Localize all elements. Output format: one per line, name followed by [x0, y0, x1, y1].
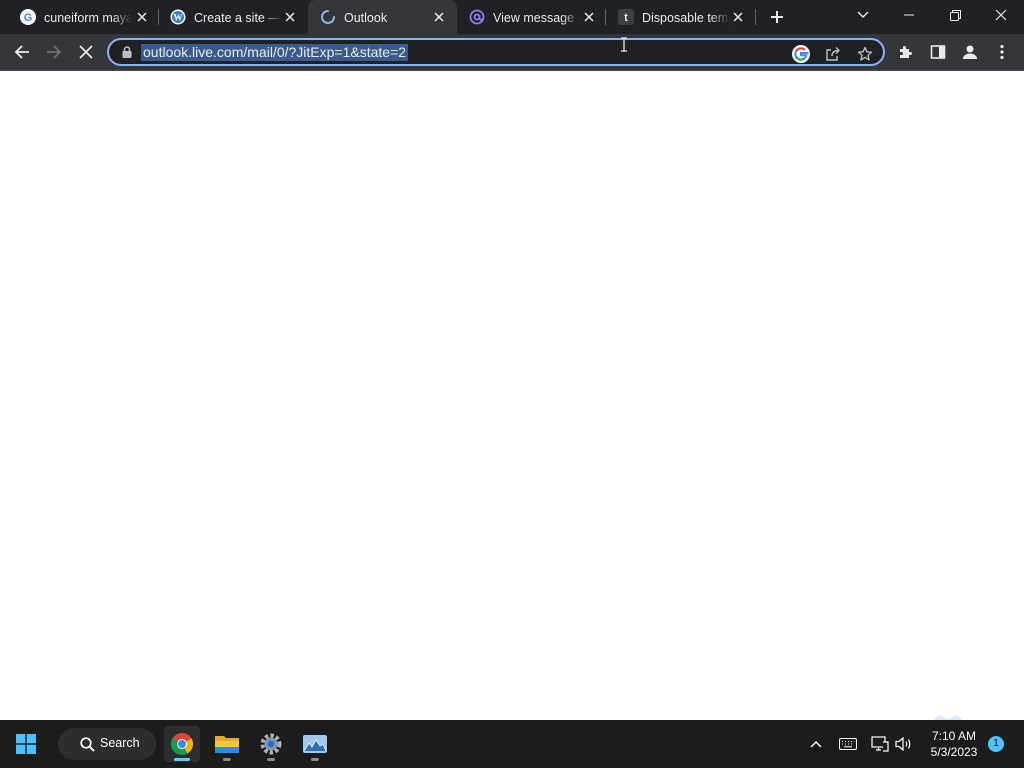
text-cursor-icon: [621, 37, 627, 52]
close-tab-icon[interactable]: [730, 9, 746, 25]
search-icon: [80, 737, 95, 752]
close-tab-icon[interactable]: [282, 9, 298, 25]
speaker-icon: [895, 737, 911, 751]
close-tab-icon[interactable]: [134, 9, 150, 25]
windows-logo-icon: [16, 734, 36, 754]
taskbar-app-chrome[interactable]: [164, 726, 200, 762]
svg-text:t: t: [624, 12, 628, 24]
tab-create-a-site[interactable]: W Create a site —: [158, 0, 308, 34]
page-content-loading: [0, 71, 1024, 753]
tab-outlook[interactable]: Outlook: [308, 0, 457, 34]
google-icon: G: [20, 9, 36, 25]
restore-icon: [949, 9, 961, 21]
tab-title: Outlook: [344, 11, 388, 25]
running-app-indicator: [311, 758, 319, 761]
extensions-button[interactable]: [892, 38, 920, 66]
chevron-up-icon: [810, 741, 822, 748]
stop-loading-button[interactable]: [72, 38, 100, 66]
windows-taskbar: Search 7:10 AM 5/3/2023 1: [0, 720, 1024, 768]
arrow-left-icon: [14, 45, 29, 59]
profile-button[interactable]: [956, 38, 984, 66]
minimize-button[interactable]: [886, 0, 932, 30]
share-button[interactable]: [823, 44, 843, 64]
tab-separator: [755, 9, 756, 25]
close-window-button[interactable]: [978, 0, 1024, 30]
forward-button[interactable]: [40, 38, 68, 66]
running-app-indicator: [267, 758, 275, 761]
kebab-menu-icon: [1000, 44, 1004, 60]
settings-icon: [260, 733, 282, 755]
restore-button[interactable]: [932, 0, 978, 30]
person-icon: [963, 45, 977, 59]
taskbar-app-file-explorer[interactable]: [209, 726, 245, 762]
url-text[interactable]: outlook.live.com/mail/0/?JitExp=1&state=…: [141, 44, 409, 61]
close-tab-icon[interactable]: [431, 9, 447, 25]
show-hidden-icons-button[interactable]: [806, 734, 826, 754]
new-tab-button[interactable]: [766, 6, 788, 28]
lock-icon[interactable]: [121, 46, 133, 58]
address-bar[interactable]: outlook.live.com/mail/0/?JitExp=1&state=…: [107, 38, 885, 66]
tab-title: Create a site —: [194, 11, 281, 25]
plus-icon: [771, 11, 783, 23]
file-explorer-icon: [215, 736, 239, 753]
keyboard-icon: [839, 738, 857, 750]
tab-strip: G cuneiform maya W Create a site — Outlo…: [0, 0, 1024, 34]
svg-text:G: G: [24, 12, 33, 24]
tab-search-button[interactable]: [840, 0, 886, 30]
arrow-right-icon: [47, 45, 62, 59]
share-icon: [826, 47, 840, 61]
clock-date: 5/3/2023: [930, 745, 978, 759]
puzzle-icon: [900, 46, 912, 58]
chevron-down-icon: [857, 11, 869, 18]
side-panel-icon: [930, 45, 946, 59]
volume-button[interactable]: [894, 734, 914, 754]
network-button[interactable]: [870, 734, 890, 754]
start-button[interactable]: [10, 728, 42, 760]
notification-badge[interactable]: 1: [988, 736, 1004, 752]
bookmark-button[interactable]: [855, 44, 875, 64]
star-icon: [857, 46, 873, 61]
close-icon: [995, 9, 1007, 21]
touch-keyboard-button[interactable]: [838, 734, 858, 754]
clock-time: 7:10 AM: [931, 729, 977, 743]
tab-title: Disposable temp: [642, 11, 730, 25]
tab-disposable-temp[interactable]: t Disposable temp: [606, 0, 756, 34]
tempmail-t-icon: t: [618, 9, 634, 25]
chrome-icon: [171, 733, 193, 755]
search-label: Search: [100, 736, 140, 750]
taskbar-app-photos[interactable]: [297, 726, 333, 762]
network-icon: [871, 736, 889, 752]
tab-title: cuneiform maya: [44, 11, 132, 25]
chrome-menu-button[interactable]: [988, 38, 1016, 66]
taskbar-app-settings[interactable]: [253, 726, 289, 762]
tab-title: View message -: [493, 11, 581, 25]
wordpress-icon: W: [170, 9, 186, 25]
tab-view-message[interactable]: View message -: [457, 0, 607, 34]
close-icon: [79, 45, 93, 59]
active-app-indicator: [174, 758, 190, 761]
running-app-indicator: [223, 758, 231, 761]
back-button[interactable]: [8, 38, 36, 66]
taskbar-clock[interactable]: 7:10 AM 5/3/2023: [922, 728, 986, 760]
google-icon: [792, 45, 810, 63]
browser-toolbar: outlook.live.com/mail/0/?JitExp=1&state=…: [0, 34, 1024, 71]
tab-cuneiform-maya[interactable]: G cuneiform maya: [8, 0, 160, 34]
side-panel-button[interactable]: [924, 38, 952, 66]
loading-spinner-icon: [320, 9, 336, 25]
at-sign-icon: [469, 9, 485, 25]
google-lens-button[interactable]: [791, 44, 811, 64]
svg-text:W: W: [174, 13, 183, 23]
close-tab-icon[interactable]: [581, 9, 597, 25]
photos-app-icon: [303, 735, 327, 753]
taskbar-search[interactable]: Search: [58, 728, 156, 760]
minimize-icon: [904, 14, 914, 16]
